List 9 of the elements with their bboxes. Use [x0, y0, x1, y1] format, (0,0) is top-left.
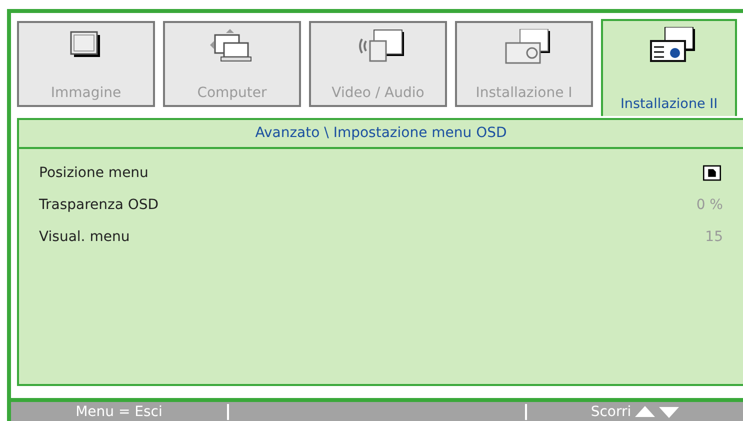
menu-tab[interactable]: Installazione II [601, 19, 737, 116]
menu-item[interactable]: Visual. menu 15 [39, 221, 723, 253]
up-down-arrows-icon [635, 404, 680, 418]
status-text: Menu = Esci [11, 404, 229, 420]
menu-item[interactable]: Trasparenza OSD 0 % [39, 189, 723, 221]
status-text: Scorri [590, 404, 632, 420]
breadcrumb-title: Avanzato \ Impostazione menu OSD [19, 120, 743, 149]
position-icon [703, 165, 721, 181]
menu-item[interactable]: Posizione menu [39, 157, 723, 189]
